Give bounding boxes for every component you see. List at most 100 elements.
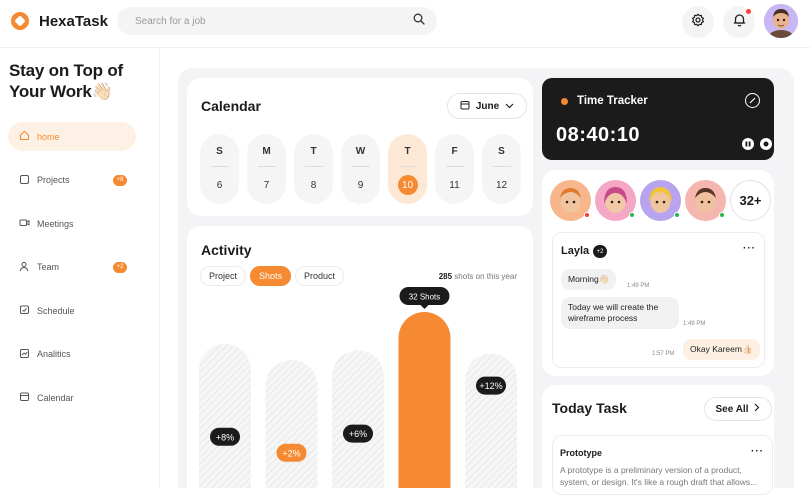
team-avatar[interactable]	[640, 180, 681, 221]
shots-caption: shots on this year	[454, 272, 517, 281]
team-badge: +2	[113, 261, 127, 273]
task-item[interactable]: Prototype ··· A prototype is a prelimina…	[552, 435, 773, 495]
timer-icon	[561, 98, 568, 105]
folder-icon	[19, 174, 30, 187]
day-name: T	[310, 146, 317, 157]
sidebar-item-label: Team	[37, 262, 60, 272]
team-avatar[interactable]	[595, 180, 636, 221]
message-time: 1:49 PM	[683, 321, 706, 327]
day-cell[interactable]: S6	[200, 134, 239, 204]
search-bar[interactable]	[117, 7, 437, 35]
main-panel: Calendar June S6 M7 T8 W9 T 10 F 11 S 12 Ac…	[178, 68, 794, 495]
more-members-button[interactable]: 32+	[730, 180, 771, 221]
shots-count: 285	[438, 272, 453, 281]
day-cell-selected[interactable]: T 10	[388, 134, 427, 204]
day-date: 6	[216, 179, 223, 191]
day-cell[interactable]: W9	[341, 134, 380, 204]
bell-icon	[733, 13, 746, 32]
user-avatar[interactable]	[764, 4, 798, 38]
bar-label-text: +2%	[282, 448, 300, 458]
tab-project[interactable]: Project	[200, 266, 247, 286]
sidebar: Stay on Top of Your Work👋🏻 home Projects…	[0, 48, 160, 488]
chevron-right-icon	[754, 403, 760, 415]
team-avatar[interactable]	[685, 180, 726, 221]
edit-icon[interactable]	[745, 93, 760, 108]
activity-chart: +8% +2% +6% 32 Shots +12%	[199, 287, 517, 488]
status-indicator	[584, 212, 590, 218]
calendar-title: Calendar	[201, 98, 261, 114]
calendar-check-icon	[19, 304, 30, 317]
bar-label: +6%	[343, 424, 373, 443]
search-icon[interactable]	[413, 12, 425, 30]
sidebar-item-label: home	[37, 131, 60, 142]
more-options-icon[interactable]: ···	[743, 243, 756, 254]
sidebar-item-label: Meetings	[37, 218, 74, 229]
stop-icon[interactable]	[760, 138, 772, 150]
day-date: 11	[449, 179, 460, 191]
activity-bar[interactable]	[465, 353, 517, 488]
day-cell[interactable]: F 11	[435, 134, 474, 204]
chat-message: Morning👋🏻	[561, 269, 617, 290]
tasks-title: Today Task	[552, 400, 627, 416]
tab-shots[interactable]: Shots	[250, 266, 292, 286]
day-date: 9	[357, 179, 364, 191]
notifications-button[interactable]	[723, 6, 755, 38]
sidebar-item-meetings[interactable]: Meetings	[8, 209, 136, 238]
chat-unread-badge: +2	[593, 245, 607, 258]
pause-icon[interactable]	[742, 138, 754, 150]
month-label: June	[475, 100, 500, 112]
day-cell[interactable]: T8	[294, 134, 333, 204]
tooltip-dot	[422, 312, 427, 318]
tab-product[interactable]: Product	[295, 266, 345, 286]
shots-summary: 285 shots on this year	[439, 272, 517, 281]
task-title: Prototype	[560, 448, 603, 458]
search-input[interactable]	[135, 15, 413, 27]
sidebar-item-schedule[interactable]: Schedule	[8, 296, 136, 325]
week-days: S6 M7 T8 W9 T 10 F 11 S 12	[200, 134, 521, 204]
bar-label-text: +12%	[479, 381, 502, 391]
calendar-icon	[19, 391, 30, 404]
sidebar-nav: home Projects +8 Meetings Team +2 Schedu…	[8, 122, 136, 427]
sidebar-item-analitics[interactable]: Analitics	[8, 340, 136, 369]
day-name: S	[216, 146, 223, 157]
sidebar-item-team[interactable]: Team +2	[8, 253, 136, 282]
status-indicator	[629, 212, 635, 218]
sidebar-item-calendar[interactable]: Calendar	[8, 383, 136, 412]
chat-message: Today we will create the wireframe proce…	[561, 297, 679, 329]
chat-contact-name: Layla	[561, 245, 590, 257]
sidebar-item-label: Analitics	[37, 349, 71, 359]
home-icon	[19, 130, 30, 143]
calendar-card: Calendar June S6 M7 T8 W9 T 10 F 11 S 12	[187, 78, 533, 216]
page-headline: Stay on Top of Your Work👋🏻	[9, 60, 149, 102]
day-name: T	[404, 146, 411, 157]
activity-bar[interactable]	[265, 360, 318, 488]
bar-label: +12%	[476, 376, 506, 395]
bar-label-text: +6%	[349, 429, 367, 439]
today-task-card: Today Task See All Prototype ··· A proto…	[542, 385, 774, 495]
activity-bar[interactable]	[199, 344, 251, 488]
day-name: M	[262, 146, 271, 157]
sidebar-item-label: Projects	[37, 175, 70, 185]
status-indicator	[674, 212, 680, 218]
activity-card: Activity Project Shots Product 285 shots…	[187, 226, 533, 488]
activity-bar[interactable]	[398, 312, 451, 488]
see-all-button[interactable]: See All	[704, 397, 772, 421]
see-all-label: See All	[715, 403, 749, 415]
settings-button[interactable]	[682, 6, 714, 38]
day-cell[interactable]: M7	[247, 134, 286, 204]
activity-bar[interactable]	[332, 350, 384, 488]
headline-line-2: Your Work	[9, 82, 92, 101]
chevron-down-icon	[505, 101, 514, 112]
bar-label: +2%	[276, 443, 307, 462]
task-description: A prototype is a preliminary version of …	[560, 465, 758, 487]
logo[interactable]: HexaTask	[11, 12, 108, 30]
day-cell[interactable]: S 12	[482, 134, 521, 204]
projects-badge: +8	[113, 174, 127, 186]
sidebar-item-projects[interactable]: Projects +8	[8, 166, 136, 195]
sidebar-item-home[interactable]: home	[8, 122, 136, 151]
day-date: 7	[263, 179, 270, 191]
wave-emoji-icon: 👋🏻	[91, 82, 113, 101]
more-options-icon[interactable]: ···	[751, 446, 764, 457]
team-avatar[interactable]	[550, 180, 591, 221]
month-selector[interactable]: June	[447, 93, 527, 119]
